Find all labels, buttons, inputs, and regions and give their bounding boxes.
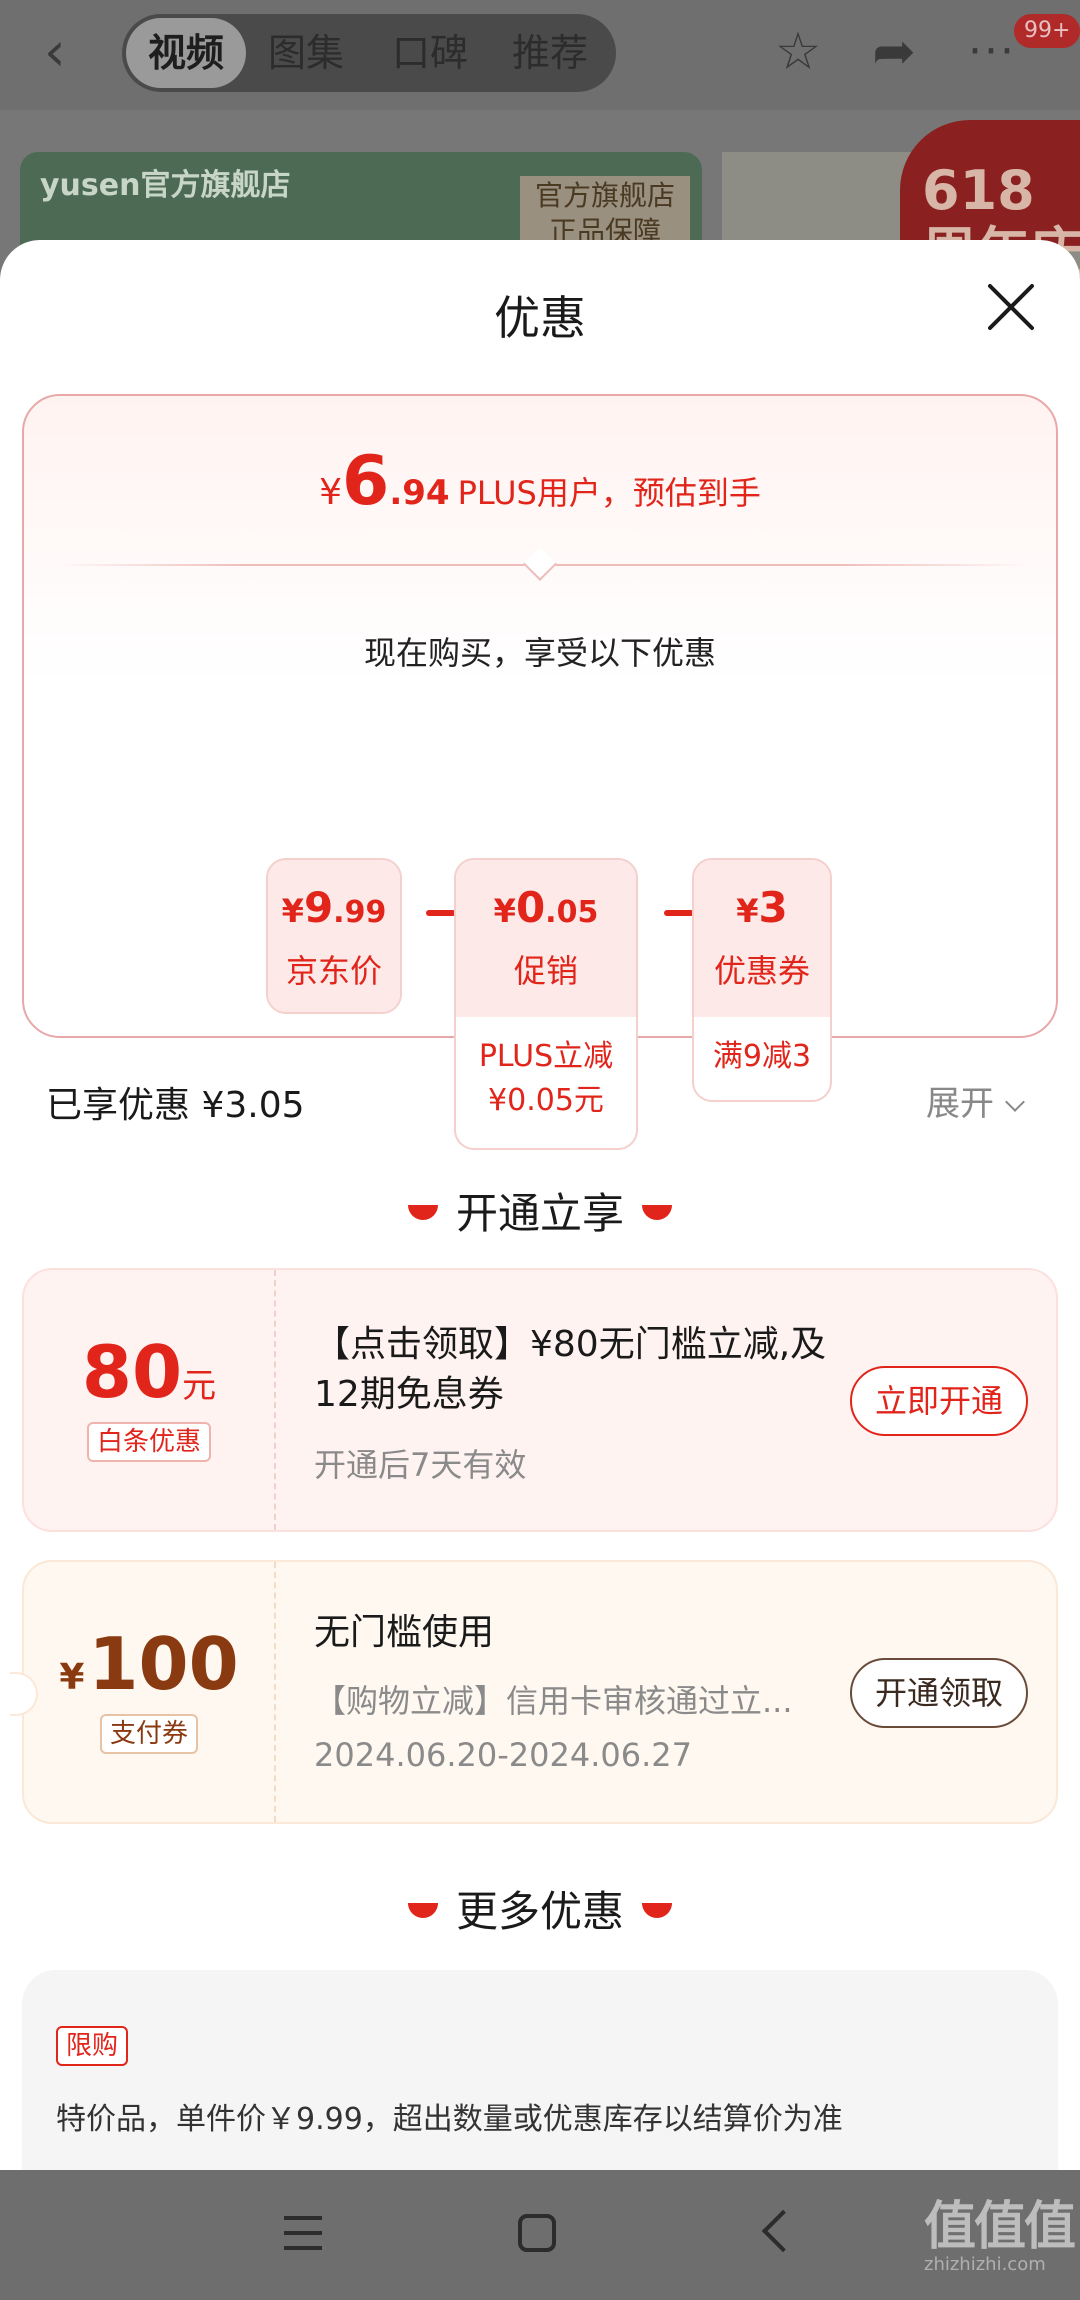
box-integer: 9 bbox=[303, 883, 334, 932]
limited-purchase-card: 限购 特价品，单件价￥9.99，超出数量或优惠库存以结算价为准 bbox=[22, 1970, 1058, 2170]
minus-icon bbox=[664, 910, 694, 916]
watermark-logo: 值值值 bbox=[924, 2197, 1076, 2257]
coupon-amount: 80元 bbox=[24, 1270, 274, 1414]
box-head: ¥0.05 促销 bbox=[456, 860, 636, 1017]
section-title-text: 开通立享 bbox=[455, 1189, 624, 1238]
box-currency: ¥ bbox=[493, 892, 516, 930]
coupon-amount-value: 100 bbox=[88, 1622, 239, 1706]
box-footnote: 满9减3 bbox=[712, 1039, 812, 1074]
box-decimal: .05 bbox=[545, 895, 599, 930]
payment-coupon: ¥100 支付券 无门槛使用 【购物立减】信用卡审核通过立... 2024.06… bbox=[10, 1560, 1058, 1824]
coupon-title: 【点击领取】¥80无门槛立减,及12期免息券 bbox=[314, 1324, 827, 1415]
box-footnote: PLUS立减 ¥0.05元 bbox=[478, 1039, 614, 1118]
estimate-decimal: .94 bbox=[389, 473, 450, 513]
more-icon[interactable]: ··· bbox=[962, 22, 1022, 82]
more-section-title: 更多优惠 bbox=[0, 1878, 1080, 1939]
coupon-currency: ¥ bbox=[59, 1657, 85, 1698]
coupon-tag: 白条优惠 bbox=[86, 1422, 211, 1462]
estimated-price: ¥6.94 PLUS用户，预估到手 bbox=[24, 442, 1056, 521]
open-claim-button[interactable]: 开通领取 bbox=[850, 1658, 1028, 1728]
smile-icon bbox=[642, 1903, 672, 1918]
minus-icon bbox=[426, 910, 456, 916]
coupon-validity: 2024.06.20-2024.06.27 bbox=[314, 1736, 692, 1774]
box-currency: ¥ bbox=[736, 892, 759, 930]
coupon-tag: 支付券 bbox=[99, 1714, 198, 1754]
menu-icon[interactable] bbox=[284, 2216, 322, 2250]
store-logo: yusen官方旗舰店 bbox=[40, 168, 291, 203]
expand-label: 展开 bbox=[926, 1084, 994, 1124]
star-icon[interactable]: ☆ bbox=[768, 22, 828, 82]
open-section-title: 开通立享 bbox=[0, 1180, 1080, 1241]
close-icon[interactable] bbox=[984, 280, 1038, 334]
chevron-down-icon bbox=[1005, 1092, 1025, 1112]
estimate-integer: 6 bbox=[342, 442, 390, 521]
box-integer: 0 bbox=[515, 883, 546, 932]
box-amount: ¥3 bbox=[694, 860, 830, 943]
baitiao-coupon: 80元 白条优惠 【点击领取】¥80无门槛立减,及12期免息券 开通后7天有效 … bbox=[22, 1268, 1058, 1532]
jd-price-box: ¥9.99 京东价 bbox=[266, 858, 402, 1014]
back-icon[interactable] bbox=[761, 2209, 805, 2253]
price-summary-card: ¥6.94 PLUS用户，预估到手 现在购买，享受以下优惠 ¥9.99 京东价 ¥… bbox=[22, 394, 1058, 1150]
system-nav-bar: 值值值 zhizhizhi.com bbox=[0, 2170, 1080, 2300]
expand-button[interactable]: 展开 bbox=[926, 1076, 1025, 1125]
tab-gallery[interactable]: 图集 bbox=[268, 14, 344, 92]
coupon-unit: 元 bbox=[182, 1366, 217, 1406]
total-saved: 已享优惠 ¥3.05 bbox=[46, 1085, 305, 1126]
coupon-amount: ¥100 bbox=[24, 1562, 274, 1706]
message-badge: 99+ bbox=[1014, 14, 1080, 48]
tab-recommend[interactable]: 推荐 bbox=[512, 14, 588, 92]
smile-icon bbox=[407, 1205, 438, 1220]
coupon-value: ¥100 支付券 bbox=[24, 1562, 276, 1822]
watermark-url: zhizhizhi.com bbox=[924, 2254, 1046, 2275]
coupon-amount-value: 80 bbox=[81, 1330, 183, 1414]
open-now-button[interactable]: 立即开通 bbox=[850, 1366, 1028, 1436]
coupon-validity: 开通后7天有效 bbox=[314, 1446, 527, 1484]
box-integer: 3 bbox=[758, 883, 788, 932]
home-icon[interactable] bbox=[518, 2214, 556, 2252]
tag-line-1: 官方旗舰店 bbox=[534, 179, 675, 212]
discount-sheet: 优惠 ¥6.94 PLUS用户，预估到手 现在购买，享受以下优惠 ¥9.99 京东… bbox=[0, 240, 1080, 2170]
divider-arrow-icon bbox=[523, 547, 557, 581]
section-title-text: 更多优惠 bbox=[455, 1887, 624, 1936]
smile-icon bbox=[642, 1205, 672, 1220]
box-amount: ¥0.05 bbox=[456, 860, 636, 943]
box-decimal: .99 bbox=[333, 895, 387, 930]
coupon-title: 无门槛使用 bbox=[314, 1612, 495, 1653]
promotion-box: ¥0.05 促销 PLUS立减 ¥0.05元 bbox=[454, 858, 638, 1150]
smile-icon bbox=[407, 1903, 438, 1918]
box-label: 优惠券 bbox=[713, 952, 810, 990]
coupon-description: 【购物立减】信用卡审核通过立... bbox=[314, 1682, 793, 1720]
tab-video[interactable]: 视频 bbox=[126, 18, 246, 88]
limit-description: 特价品，单件价￥9.99，超出数量或优惠库存以结算价为准 bbox=[56, 2102, 843, 2137]
box-amount: ¥9.99 bbox=[268, 860, 400, 943]
top-app-bar: ‹ 视频 图集 口碑 推荐 ☆ ➦ ··· 99+ bbox=[0, 0, 1080, 110]
tab-reviews[interactable]: 口碑 bbox=[392, 14, 468, 92]
box-currency: ¥ bbox=[281, 892, 304, 930]
limit-tag: 限购 bbox=[56, 2026, 129, 2066]
box-label: 促销 bbox=[513, 952, 578, 990]
coupon-box: ¥3 优惠券 满9减3 bbox=[692, 858, 832, 1102]
estimate-currency: ¥ bbox=[319, 472, 343, 513]
coupon-value: 80元 白条优惠 bbox=[24, 1270, 276, 1530]
sheet-title: 优惠 bbox=[494, 291, 586, 345]
promo-618-badge: 618 周年庆 bbox=[900, 120, 1080, 284]
back-arrow-icon[interactable]: ‹ bbox=[44, 25, 88, 79]
share-icon[interactable]: ➦ bbox=[864, 22, 924, 82]
buy-now-caption: 现在购买，享受以下优惠 bbox=[363, 634, 716, 672]
box-label: 京东价 bbox=[285, 952, 382, 990]
box-head: ¥9.99 京东价 bbox=[268, 860, 400, 1012]
estimate-note: PLUS用户，预估到手 bbox=[457, 474, 761, 512]
box-head: ¥3 优惠券 bbox=[694, 860, 830, 1017]
